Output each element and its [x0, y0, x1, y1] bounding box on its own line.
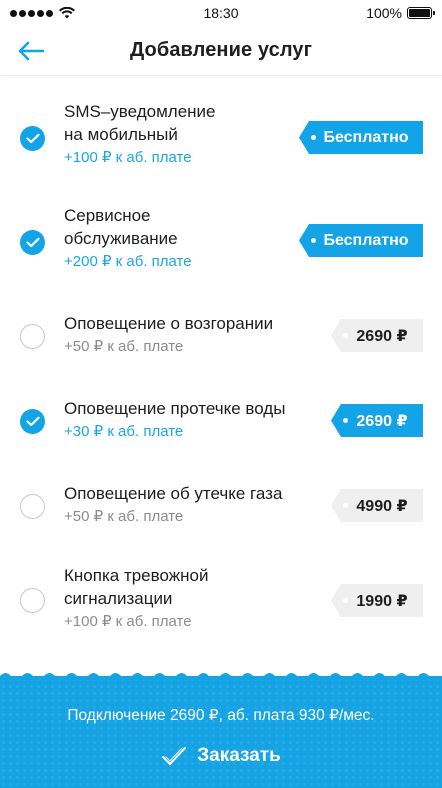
service-fee: +50 ₽ к аб. плате: [64, 338, 184, 355]
service-row-panic-button[interactable]: Кнопка тревожной сигнализации +100 ₽ к а…: [0, 558, 442, 648]
price-label: 4990 ₽: [356, 497, 408, 515]
checkbox-unchecked[interactable]: [20, 494, 45, 519]
battery-percent: 100%: [366, 5, 402, 21]
back-button[interactable]: [14, 36, 48, 66]
footer-wave-edge: [0, 673, 442, 680]
service-row-fire[interactable]: Оповещение о возгорании +50 ₽ к аб. плат…: [0, 304, 442, 374]
service-name: Сервисное обслуживание: [64, 206, 178, 248]
checkmark-icon: [25, 237, 40, 248]
service-info: Кнопка тревожной сигнализации +100 ₽ к а…: [64, 564, 304, 633]
price-label: 2690 ₽: [356, 327, 408, 345]
order-button-label: Заказать: [197, 745, 281, 766]
service-name: Оповещение о возгорании: [64, 314, 274, 333]
service-info: SMS–уведомление на мобильный +100 ₽ к аб…: [64, 100, 304, 169]
checkmark-icon: [25, 133, 40, 144]
service-fee: +100 ₽ к аб. плате: [64, 613, 192, 630]
checkmark-outline-icon: [162, 747, 187, 765]
service-row-maintenance[interactable]: Сервисное обслуживание +200 ₽ к аб. плат…: [0, 188, 442, 288]
service-fee: +30 ₽ к аб. плате: [64, 423, 184, 440]
arrow-left-icon: [18, 41, 45, 61]
battery-icon: [407, 7, 435, 19]
price-label: 1990 ₽: [356, 592, 408, 610]
tag-hole: [343, 503, 348, 508]
status-left: [10, 7, 75, 19]
nav-header: Добавление услуг: [0, 26, 442, 76]
price-label: 2690 ₽: [356, 412, 408, 430]
tag-hole: [343, 418, 348, 423]
service-info: Оповещение протечке воды +30 ₽ к аб. пла…: [64, 397, 304, 443]
price-tag: 2690 ₽: [331, 404, 423, 437]
checkmark-icon: [25, 416, 40, 427]
service-fee: +200 ₽ к аб. плате: [64, 253, 192, 270]
service-row-water[interactable]: Оповещение протечке воды +30 ₽ к аб. пла…: [0, 389, 442, 459]
status-right: 100%: [366, 5, 435, 21]
service-info: Сервисное обслуживание +200 ₽ к аб. плат…: [64, 204, 304, 273]
tag-hole: [343, 333, 348, 338]
wifi-icon: [59, 7, 75, 19]
signal-icon: [10, 9, 53, 17]
price-tag: Бесплатно: [299, 224, 423, 257]
checkbox-checked[interactable]: [20, 409, 45, 434]
tag-hole: [311, 135, 316, 140]
checkbox-checked[interactable]: [20, 126, 45, 151]
price-label: Бесплатно: [323, 128, 409, 146]
service-fee: +100 ₽ к аб. плате: [64, 149, 192, 166]
price-label: Бесплатно: [323, 231, 409, 249]
price-tag: 4990 ₽: [331, 489, 423, 522]
order-summary: Подключение 2690 ₽, аб. плата 930 ₽/мес.: [67, 707, 375, 724]
service-name: Оповещение протечке воды: [64, 399, 286, 418]
page-title: Добавление услуг: [129, 39, 313, 61]
checkbox-checked[interactable]: [20, 230, 45, 255]
price-tag: 1990 ₽: [331, 584, 423, 617]
service-row-gas[interactable]: Оповещение об утечке газа +50 ₽ к аб. пл…: [0, 474, 442, 544]
price-tag: 2690 ₽: [331, 319, 423, 352]
service-info: Оповещение о возгорании +50 ₽ к аб. плат…: [64, 312, 304, 358]
status-bar: 18:30 100%: [0, 0, 442, 26]
service-fee: +50 ₽ к аб. плате: [64, 508, 184, 525]
order-button[interactable]: Заказать: [121, 738, 321, 774]
tag-hole: [311, 238, 316, 243]
service-row-sms[interactable]: SMS–уведомление на мобильный +100 ₽ к аб…: [0, 84, 442, 184]
service-name: Оповещение об утечке газа: [64, 484, 283, 503]
price-tag: Бесплатно: [299, 121, 423, 154]
order-footer: Подключение 2690 ₽, аб. плата 930 ₽/мес.…: [0, 673, 442, 788]
service-name: SMS–уведомление на мобильный: [64, 102, 216, 144]
service-name: Кнопка тревожной сигнализации: [64, 566, 209, 608]
service-info: Оповещение об утечке газа +50 ₽ к аб. пл…: [64, 482, 304, 528]
tag-hole: [343, 598, 348, 603]
checkbox-unchecked[interactable]: [20, 324, 45, 349]
checkbox-unchecked[interactable]: [20, 588, 45, 613]
